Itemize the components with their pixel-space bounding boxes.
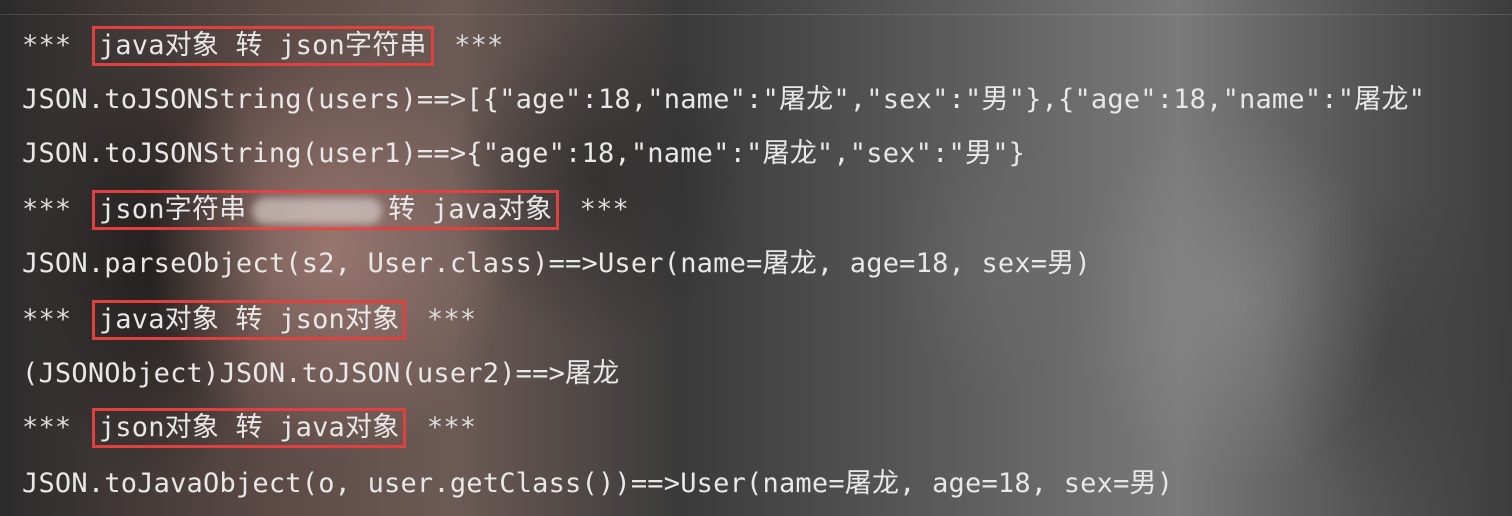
top-divider <box>0 14 1512 15</box>
output-line: JSON.toJSONString(users)==>[{"age":18,"n… <box>22 84 1426 115</box>
section-label: java对象 转 json对象 <box>98 304 400 335</box>
section-label: json对象 转 java对象 <box>98 412 400 443</box>
highlight-box: java对象 转 json字符串 <box>91 26 434 66</box>
highlight-box: java对象 转 json对象 <box>91 300 407 340</box>
output-line: (JSONObject)JSON.toJSON(user2)==>屠龙 <box>22 358 620 389</box>
stars-right: *** <box>454 30 504 61</box>
stars-right: *** <box>426 412 477 443</box>
section-header-json-string-to-java: *** json字符串 转 java对象 *** <box>22 190 629 230</box>
stars-left: *** <box>22 30 72 61</box>
output-line: JSON.toJavaObject(o, user.getClass())==>… <box>22 468 1174 499</box>
output-line: JSON.toJSONString(user1)==>{"age":18,"na… <box>22 138 1026 169</box>
section-label: java对象 转 json字符串 <box>98 30 427 61</box>
stars-left: *** <box>22 304 72 335</box>
stars-right: *** <box>579 194 629 225</box>
section-label-part-a: json字符串 <box>98 194 247 225</box>
stars-left: *** <box>22 412 72 443</box>
stars-right: *** <box>426 304 477 335</box>
blurred-region <box>252 197 383 224</box>
section-header-java-to-json-string: *** java对象 转 json字符串 *** <box>22 26 503 66</box>
section-label-part-b: 转 java对象 <box>388 194 553 225</box>
section-header-json-object-to-java: *** json对象 转 java对象 *** <box>22 408 476 448</box>
highlight-box: json字符串 转 java对象 <box>91 190 560 230</box>
highlight-box: json对象 转 java对象 <box>91 408 407 448</box>
console-output-panel: *** java对象 转 json字符串 *** JSON.toJSONStri… <box>0 0 1512 516</box>
output-line: JSON.parseObject(s2, User.class)==>User(… <box>22 248 1091 279</box>
stars-left: *** <box>22 194 72 225</box>
section-header-java-to-json-object: *** java对象 转 json对象 *** <box>22 300 476 340</box>
